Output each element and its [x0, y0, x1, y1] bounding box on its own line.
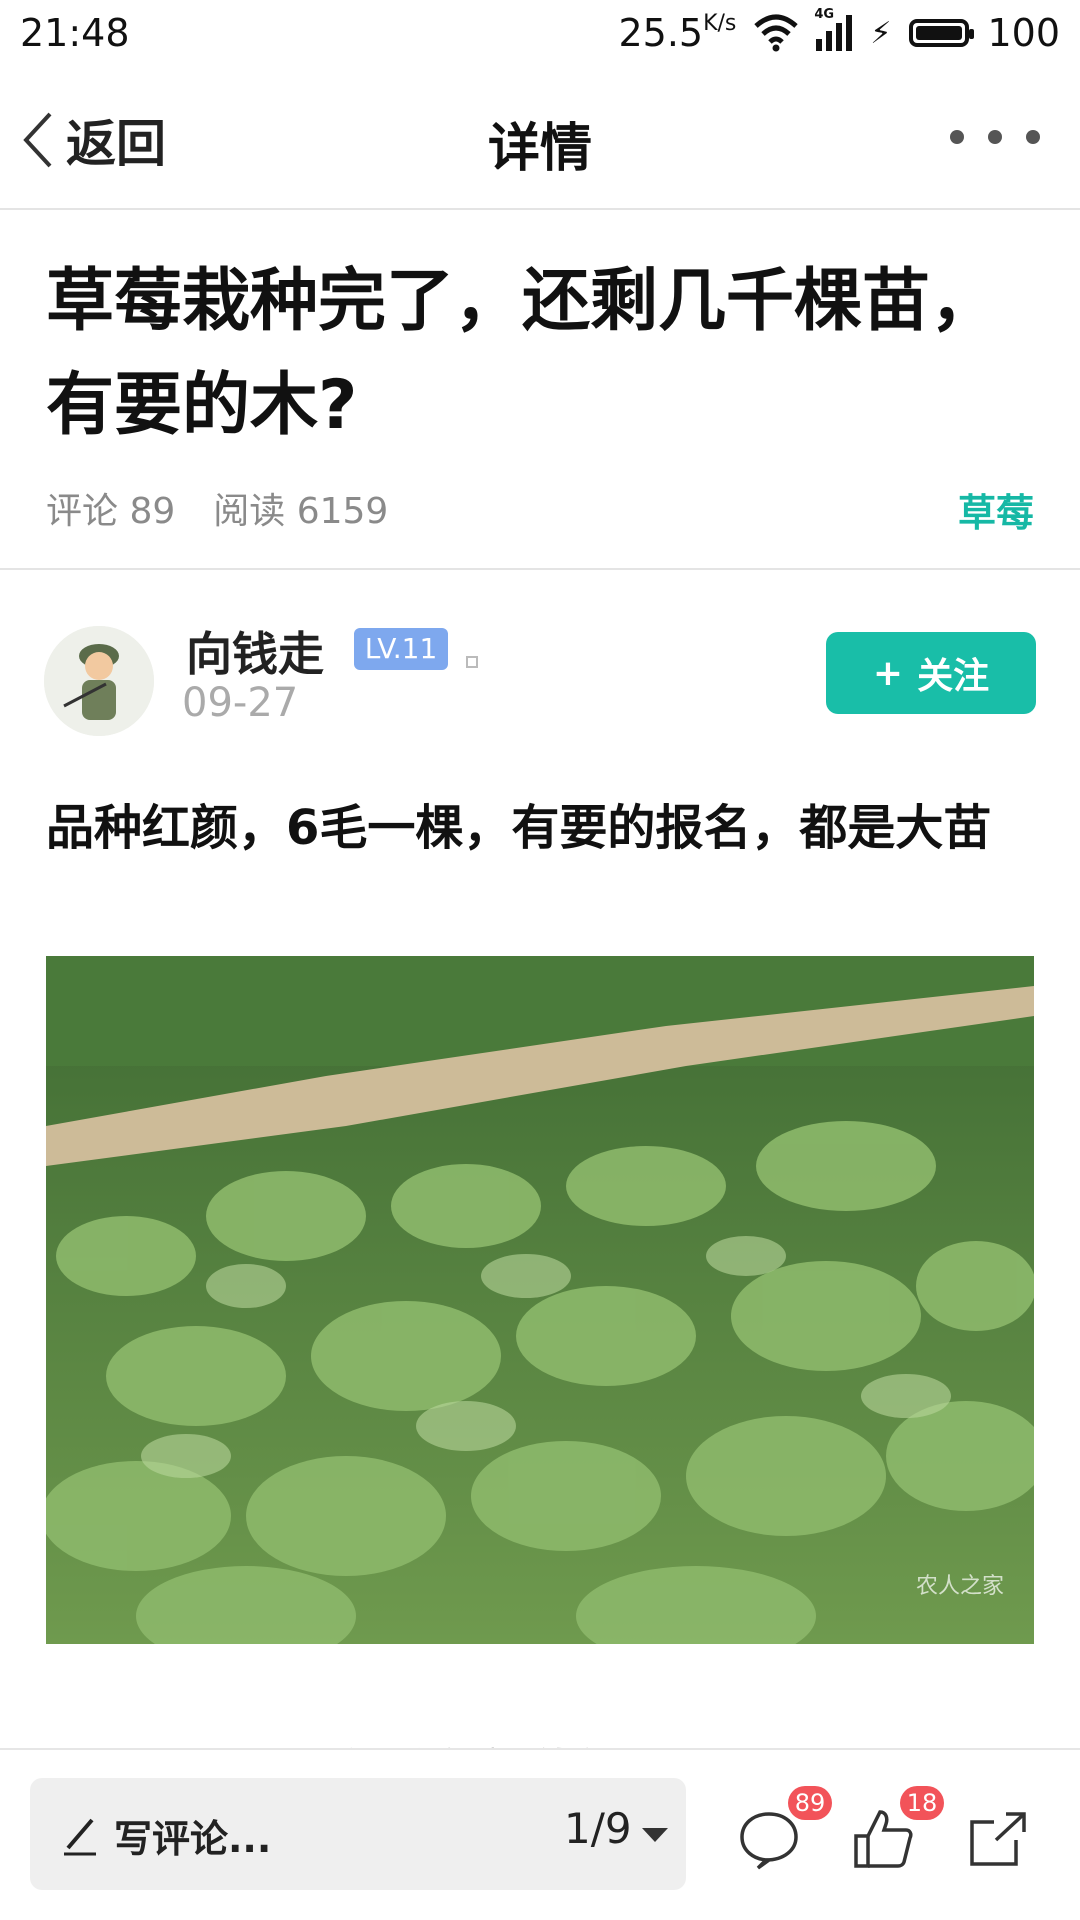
chevron-left-icon: [23, 112, 52, 168]
bottom-bar: 写评论... 1/9 89 18: [0, 1748, 1080, 1920]
comment-count-badge: 89: [788, 1786, 832, 1820]
network-speed: 25.5K/s: [618, 11, 737, 55]
comment-count-label: 评论 89: [46, 491, 176, 532]
post-meta: 评论 89 阅读 6159: [46, 482, 388, 534]
post-date: 09-27: [182, 680, 299, 726]
follow-label: 关注: [917, 656, 990, 697]
status-time: 21:48: [20, 11, 130, 55]
wifi-icon: [754, 14, 799, 52]
nav-bar: 返回 详情: [0, 66, 1080, 210]
share-button[interactable]: [966, 1808, 1028, 1870]
divider: [0, 568, 1080, 570]
back-label: 返回: [66, 115, 166, 173]
photo-watermark: 农人之家: [915, 1574, 1004, 1599]
share-icon: [970, 1812, 1026, 1866]
caret-down-icon[interactable]: [642, 1828, 668, 1842]
signal-icon: 4G: [814, 7, 853, 51]
status-indicators: 25.5K/s 4G ⚡ 100: [618, 7, 1060, 55]
like-button[interactable]: 18: [852, 1786, 944, 1870]
post-body: 品种红颜，6毛一棵，有要的报名，都是大苗: [46, 800, 992, 856]
read-count-label: 阅读 6159: [213, 491, 389, 532]
status-dot: [466, 656, 478, 668]
charging-icon: ⚡: [870, 15, 892, 51]
post-title: 草莓栽种完了，还剩几千棵苗，有要的木?: [46, 262, 999, 445]
back-button[interactable]: 返回: [20, 104, 166, 176]
topic-tag[interactable]: 草莓: [958, 482, 1034, 537]
avatar-image: [44, 626, 154, 736]
more-options-icon[interactable]: [950, 122, 1040, 152]
comment-placeholder: 写评论...: [114, 1817, 272, 1861]
status-bar: 21:48 25.5K/s 4G ⚡ 100: [0, 0, 1080, 66]
battery-icon: [909, 19, 975, 47]
author-name[interactable]: 向钱走: [186, 618, 324, 684]
avatar[interactable]: [44, 626, 154, 736]
page-indicator[interactable]: 1/9: [564, 1804, 632, 1853]
follow-button[interactable]: + 关注: [826, 632, 1036, 714]
level-badge: LV.11: [354, 628, 448, 670]
comment-input[interactable]: 写评论... 1/9: [30, 1778, 686, 1890]
comment-icon: [740, 1812, 798, 1870]
thumbs-up-icon: [854, 1810, 913, 1868]
strawberry-field-image: [46, 956, 1034, 1644]
battery-level: 100: [987, 11, 1060, 55]
plus-icon: +: [872, 652, 904, 694]
like-count-badge: 18: [900, 1786, 944, 1820]
post-photo[interactable]: 农人之家: [46, 956, 1034, 1644]
comments-button[interactable]: 89: [738, 1786, 832, 1870]
pencil-icon: [64, 1818, 96, 1856]
